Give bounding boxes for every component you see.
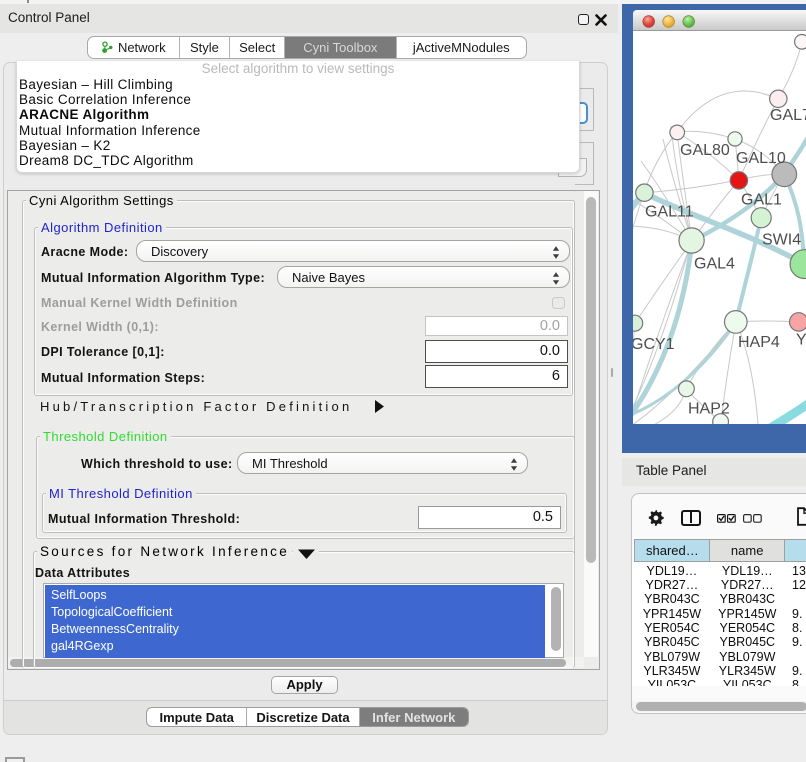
svg-text:HAP4: HAP4	[738, 334, 780, 351]
svg-text:GAL1: GAL1	[741, 192, 782, 209]
svg-text:GAL4: GAL4	[694, 256, 735, 273]
svg-text:GAL7: GAL7	[770, 107, 806, 124]
svg-text:GAL10: GAL10	[736, 150, 786, 167]
svg-text:HAP2: HAP2	[688, 401, 730, 418]
svg-text:GAL80: GAL80	[680, 142, 730, 159]
svg-text:GCY1: GCY1	[633, 336, 675, 353]
svg-text:SWI4: SWI4	[762, 232, 801, 249]
svg-text:Y: Y	[796, 332, 806, 349]
svg-text:GAL11: GAL11	[645, 204, 694, 221]
